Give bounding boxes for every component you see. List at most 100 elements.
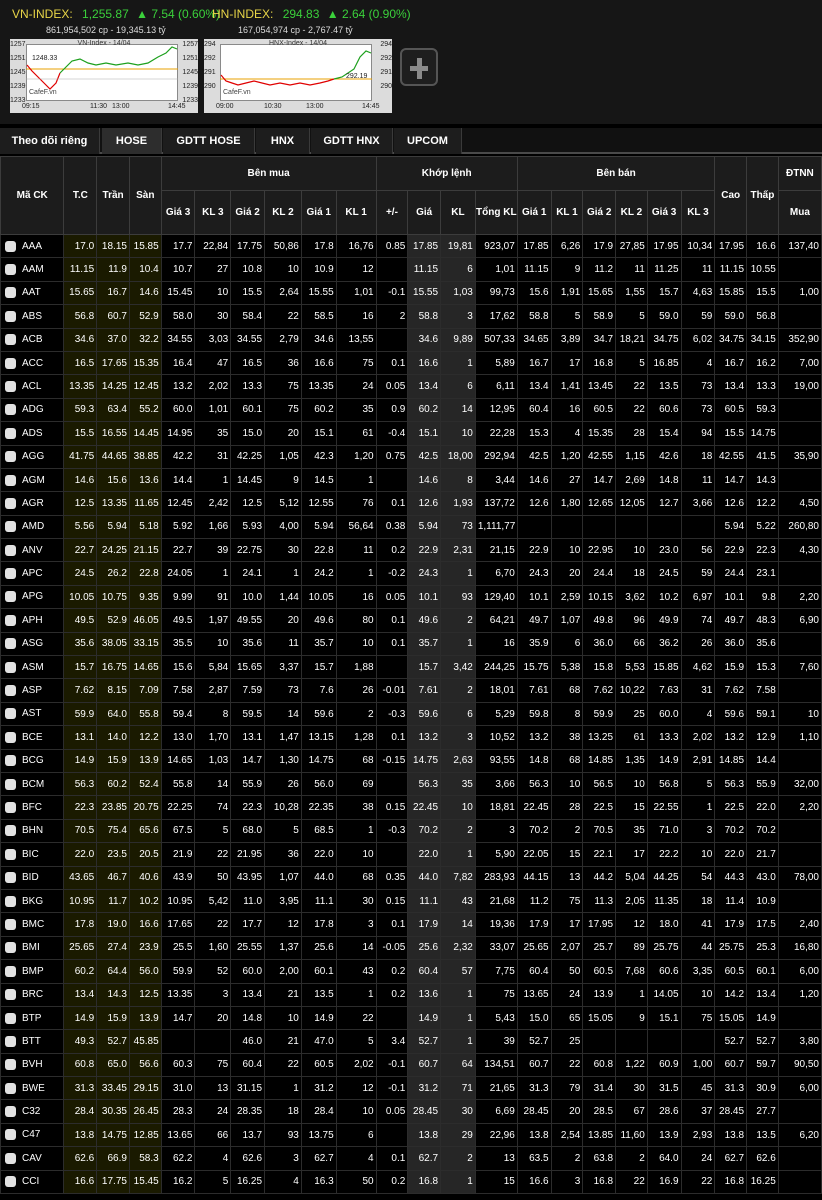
watch-checkbox[interactable] [5, 895, 16, 907]
header-ask-vol-3[interactable]: KL 3 [680, 190, 716, 235]
table-row[interactable]: ADG 59.3 63.4 55.2 60.0 1,01 60.1 75 60.2 35 0.9 60… [0, 397, 822, 423]
table-row[interactable]: AST 59.9 64.0 55.8 59.4 8 59.5 14 59.6 2 -0.3 59.6 6… [0, 701, 822, 727]
table-row[interactable]: BIC 22.0 23.5 20.5 21.9 22 21.95 36 22.0 10 22.0 1 5… [0, 842, 822, 867]
watch-checkbox[interactable] [5, 918, 16, 930]
symbol-cell[interactable]: ADG [0, 397, 65, 423]
symbol-cell[interactable]: ASM [0, 655, 65, 680]
header-symbol[interactable]: Mã CK [0, 156, 65, 235]
header-ask-price-1[interactable]: Giá 1 [516, 190, 552, 235]
table-row[interactable]: ACC 16.5 17.65 15.35 16.4 47 16.5 36 16.6 75 0.1 16… [0, 350, 822, 376]
tab-hnx[interactable]: HNX [256, 128, 310, 154]
table-row[interactable]: C47 13.8 14.75 12.85 13.65 66 13.7 93 13.75 6 13.8… [0, 1122, 822, 1148]
table-row[interactable]: BVH 60.8 65.0 56.6 60.3 75 60.4 22 60.5 2,02 -0.1 6… [0, 1052, 822, 1078]
header-ask-price-2[interactable]: Giá 2 [582, 190, 617, 235]
vnindex-intraday-chart[interactable]: VN-Index - 14/04 1257 1251 1245 1239 1233 12… [10, 39, 198, 113]
watch-checkbox[interactable] [5, 1082, 16, 1094]
symbol-cell[interactable]: CAV [0, 1146, 65, 1171]
tab-gdtt-hose[interactable]: GDTT HOSE [163, 128, 255, 154]
watch-checkbox[interactable] [5, 544, 16, 556]
hnxindex-intraday-chart[interactable]: HNX-Index - 14/04 294 292 291 290 294 292 291… [204, 39, 392, 113]
symbol-cell[interactable]: AAM [0, 257, 65, 282]
header-match-vol[interactable]: KL [440, 190, 476, 235]
table-row[interactable]: BKG 10.95 11.7 10.2 10.95 5,42 11.0 3,95 11.1 30 0… [0, 888, 822, 914]
table-row[interactable]: AGR 12.5 13.35 11.65 12.45 2,42 12.5 5,12 12.55 7… [0, 491, 822, 516]
table-row[interactable]: BWE 31.3 33.45 29.15 31.0 13 31.15 1 31.2 12 -0.1 3… [0, 1076, 822, 1101]
symbol-cell[interactable]: ASG [0, 631, 65, 657]
table-row[interactable]: ACB 34.6 37.0 32.2 34.55 3,03 34.55 2,79 34.6 13,… [0, 327, 822, 352]
header-floor[interactable]: Sàn [128, 156, 162, 235]
header-ceiling[interactable]: Trần [96, 156, 130, 235]
table-row[interactable]: BCM 56.3 60.2 52.4 55.8 14 55.9 26 56.0 69 56.3 35 3… [0, 771, 822, 797]
watch-checkbox[interactable] [5, 264, 16, 276]
symbol-cell[interactable]: BMI [0, 935, 65, 961]
table-row[interactable]: ASP 7.62 8.15 7.09 7.58 2,87 7.59 73 7.6 26 -0.01 7… [0, 678, 822, 703]
symbol-cell[interactable]: BTP [0, 1005, 65, 1031]
watch-checkbox[interactable] [5, 474, 16, 486]
watch-checkbox[interactable] [5, 240, 16, 252]
watch-checkbox[interactable] [5, 848, 16, 860]
table-row[interactable]: BRC 13.4 14.3 12.5 13.35 3 13.4 21 13.5 1 0.2 13.6 1… [0, 982, 822, 1007]
table-row[interactable]: ANV 22.7 24.25 21.15 22.7 39 22.75 30 22.8 11 0.2 2… [0, 538, 822, 563]
watch-checkbox[interactable] [5, 755, 16, 767]
watch-checkbox[interactable] [5, 404, 16, 416]
table-row[interactable]: BMC 17.8 19.0 16.6 17.65 22 17.7 12 17.8 3 0.1 17.9… [0, 912, 822, 937]
symbol-cell[interactable]: ANV [0, 538, 65, 563]
table-row[interactable]: ADS 15.5 16.55 14.45 14.95 35 15.0 20 15.1 61 -0.4… [0, 421, 822, 446]
watch-checkbox[interactable] [5, 685, 16, 697]
watch-checkbox[interactable] [5, 965, 16, 977]
watch-checkbox[interactable] [5, 287, 16, 299]
header-high[interactable]: Cao [714, 156, 748, 235]
table-row[interactable]: AAT 15.65 16.7 14.6 15.45 10 15.5 2,64 15.55 1,01… [0, 280, 822, 306]
symbol-cell[interactable]: AGG [0, 444, 65, 469]
symbol-cell[interactable]: APC [0, 561, 65, 586]
watch-checkbox[interactable] [5, 1035, 16, 1047]
symbol-cell[interactable]: BCG [0, 748, 65, 773]
symbol-cell[interactable]: BIC [0, 842, 65, 867]
table-row[interactable]: APG 10.05 10.75 9.35 9.99 91 10.0 1,44 10.05 16 0.… [0, 584, 822, 610]
header-ask-vol-1[interactable]: KL 1 [550, 190, 584, 235]
watch-checkbox[interactable] [5, 568, 16, 580]
watch-checkbox[interactable] [5, 731, 16, 743]
table-row[interactable]: ABS 56.8 60.7 52.9 58.0 30 58.4 22 58.5 16 2 58.8 3 1… [0, 304, 822, 329]
symbol-cell[interactable]: BTT [0, 1029, 65, 1054]
table-row[interactable]: C32 28.4 30.35 26.45 28.3 24 28.35 18 28.4 10 0.05… [0, 1099, 822, 1124]
symbol-cell[interactable]: AAT [0, 280, 65, 306]
watch-checkbox[interactable] [5, 708, 16, 720]
symbol-cell[interactable]: ASP [0, 678, 65, 703]
header-bid-vol-2[interactable]: KL 2 [264, 190, 302, 235]
table-row[interactable]: AGG 41.75 44.65 38.85 42.2 31 42.25 1,05 42.3 1,2… [0, 444, 822, 469]
symbol-cell[interactable]: BMP [0, 959, 65, 984]
header-ask-price-3[interactable]: Giá 3 [646, 190, 682, 235]
table-row[interactable]: ACL 13.35 14.25 12.45 13.2 2,02 13.3 75 13.35 24 0… [0, 374, 822, 399]
symbol-cell[interactable]: AAA [0, 233, 65, 259]
symbol-cell[interactable]: BWE [0, 1076, 65, 1101]
watch-checkbox[interactable] [5, 310, 16, 322]
table-row[interactable]: CAV 62.6 66.9 58.3 62.2 4 62.6 3 62.7 4 0.1 62.7 2 13… [0, 1146, 822, 1171]
watch-checkbox[interactable] [5, 427, 16, 439]
tab-gdtt-hnx[interactable]: GDTT HNX [311, 128, 393, 154]
header-ref[interactable]: T.C [63, 156, 98, 235]
watch-checkbox[interactable] [5, 638, 16, 650]
watch-checkbox[interactable] [5, 380, 16, 392]
symbol-cell[interactable]: ACC [0, 350, 65, 376]
symbol-cell[interactable]: ACB [0, 327, 65, 352]
symbol-cell[interactable]: BCE [0, 725, 65, 750]
table-row[interactable]: AAM 11.15 11.9 10.4 10.7 27 10.8 10 10.9 12 11.15 6… [0, 257, 822, 282]
header-low[interactable]: Thấp [746, 156, 779, 235]
symbol-cell[interactable]: AGM [0, 467, 65, 493]
table-row[interactable]: BFC 22.3 23.85 20.75 22.25 74 22.3 10,28 22.35 38… [0, 795, 822, 820]
watch-checkbox[interactable] [5, 802, 16, 813]
symbol-cell[interactable]: C32 [0, 1099, 65, 1124]
symbol-cell[interactable]: AST [0, 701, 65, 727]
watch-checkbox[interactable] [5, 1106, 16, 1118]
watch-checkbox[interactable] [5, 451, 16, 463]
header-bid-price-2[interactable]: Giá 2 [230, 190, 266, 235]
header-change[interactable]: +/- [375, 190, 409, 235]
watch-checkbox[interactable] [5, 989, 16, 1001]
symbol-cell[interactable]: BVH [0, 1052, 65, 1078]
header-bid-price-3[interactable]: Giá 3 [160, 190, 196, 235]
symbol-cell[interactable]: AGR [0, 491, 65, 516]
table-row[interactable]: AAA 17.0 18.15 15.85 17.7 22,84 17.75 50,86 17.8… [0, 233, 822, 259]
watch-checkbox[interactable] [5, 1059, 16, 1071]
watch-checkbox[interactable] [5, 614, 16, 626]
